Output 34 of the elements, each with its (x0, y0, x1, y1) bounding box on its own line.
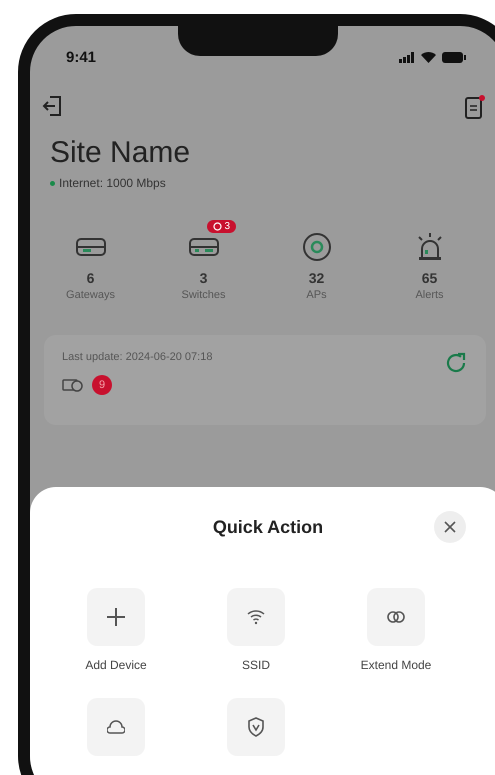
status-time: 9:41 (66, 48, 96, 66)
quick-action[interactable]: Extend Mode (326, 588, 466, 672)
cloud-icon (107, 719, 125, 735)
linked-rings-icon (386, 610, 406, 624)
switch-icon (186, 235, 220, 259)
battery-icon (442, 52, 466, 62)
close-icon (444, 521, 456, 533)
quick-action[interactable]: Add Device (46, 588, 186, 672)
internet-speed: Internet: 1000 Mbps (59, 176, 166, 190)
shield-icon (247, 717, 265, 737)
sheet-title: Quick Action (212, 517, 324, 538)
stat-count: 65 (422, 270, 438, 286)
wifi-icon (421, 52, 436, 62)
stat-count: 3 (200, 270, 208, 286)
gateway-icon (74, 235, 108, 259)
close-button[interactable] (434, 511, 466, 543)
plus-icon (106, 607, 126, 627)
wifi-icon (247, 609, 265, 625)
exit-icon[interactable] (42, 94, 64, 118)
stat-label: APs (306, 289, 327, 301)
stat-label: Alerts (415, 289, 444, 301)
count-badge: 9 (92, 375, 112, 395)
stat-count: 6 (86, 270, 94, 286)
stat-label: Switches (181, 289, 226, 301)
signal-icon (399, 52, 415, 62)
document-icon[interactable] (464, 94, 486, 120)
count-badge: 3 (206, 220, 236, 233)
quick-action[interactable]: SSID (186, 588, 326, 672)
site-name: Site Name (50, 136, 192, 170)
last-update-text: Last update: 2024-06-20 07:18 (62, 351, 212, 363)
stat-count: 32 (308, 270, 324, 286)
device-clock-icon (62, 377, 84, 393)
access-point-icon (302, 232, 332, 262)
stat-label: Gateways (66, 289, 115, 301)
